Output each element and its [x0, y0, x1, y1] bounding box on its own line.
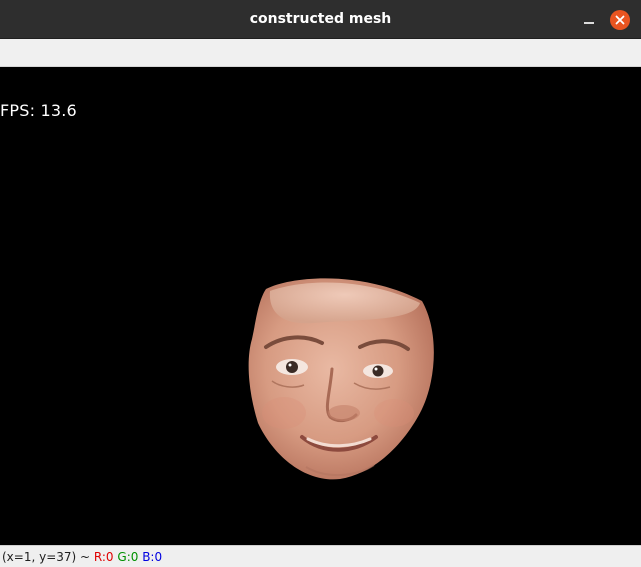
fps-counter: FPS: 13.6 [0, 101, 77, 120]
toolbar [0, 39, 641, 67]
image-canvas[interactable]: FPS: 13.6 [0, 67, 641, 545]
pixel-coordinates: (x=1, y=37) ~ [2, 550, 91, 564]
face-mesh-render [248, 278, 434, 480]
close-button[interactable] [610, 10, 630, 30]
blue-value: B:0 [142, 550, 163, 564]
window-title: constructed mesh [249, 11, 392, 27]
green-value: G:0 [117, 550, 139, 564]
red-value: R:0 [93, 550, 114, 564]
status-bar: (x=1, y=37) ~ R:0 G:0 B:0 [0, 545, 641, 567]
close-icon [615, 15, 625, 25]
minimize-button[interactable] [580, 10, 598, 28]
title-bar[interactable]: constructed mesh [0, 0, 641, 39]
app-window: constructed mesh FPS: 13.6 (x=1, y=37) ~… [0, 0, 641, 567]
minimize-icon [584, 22, 594, 24]
